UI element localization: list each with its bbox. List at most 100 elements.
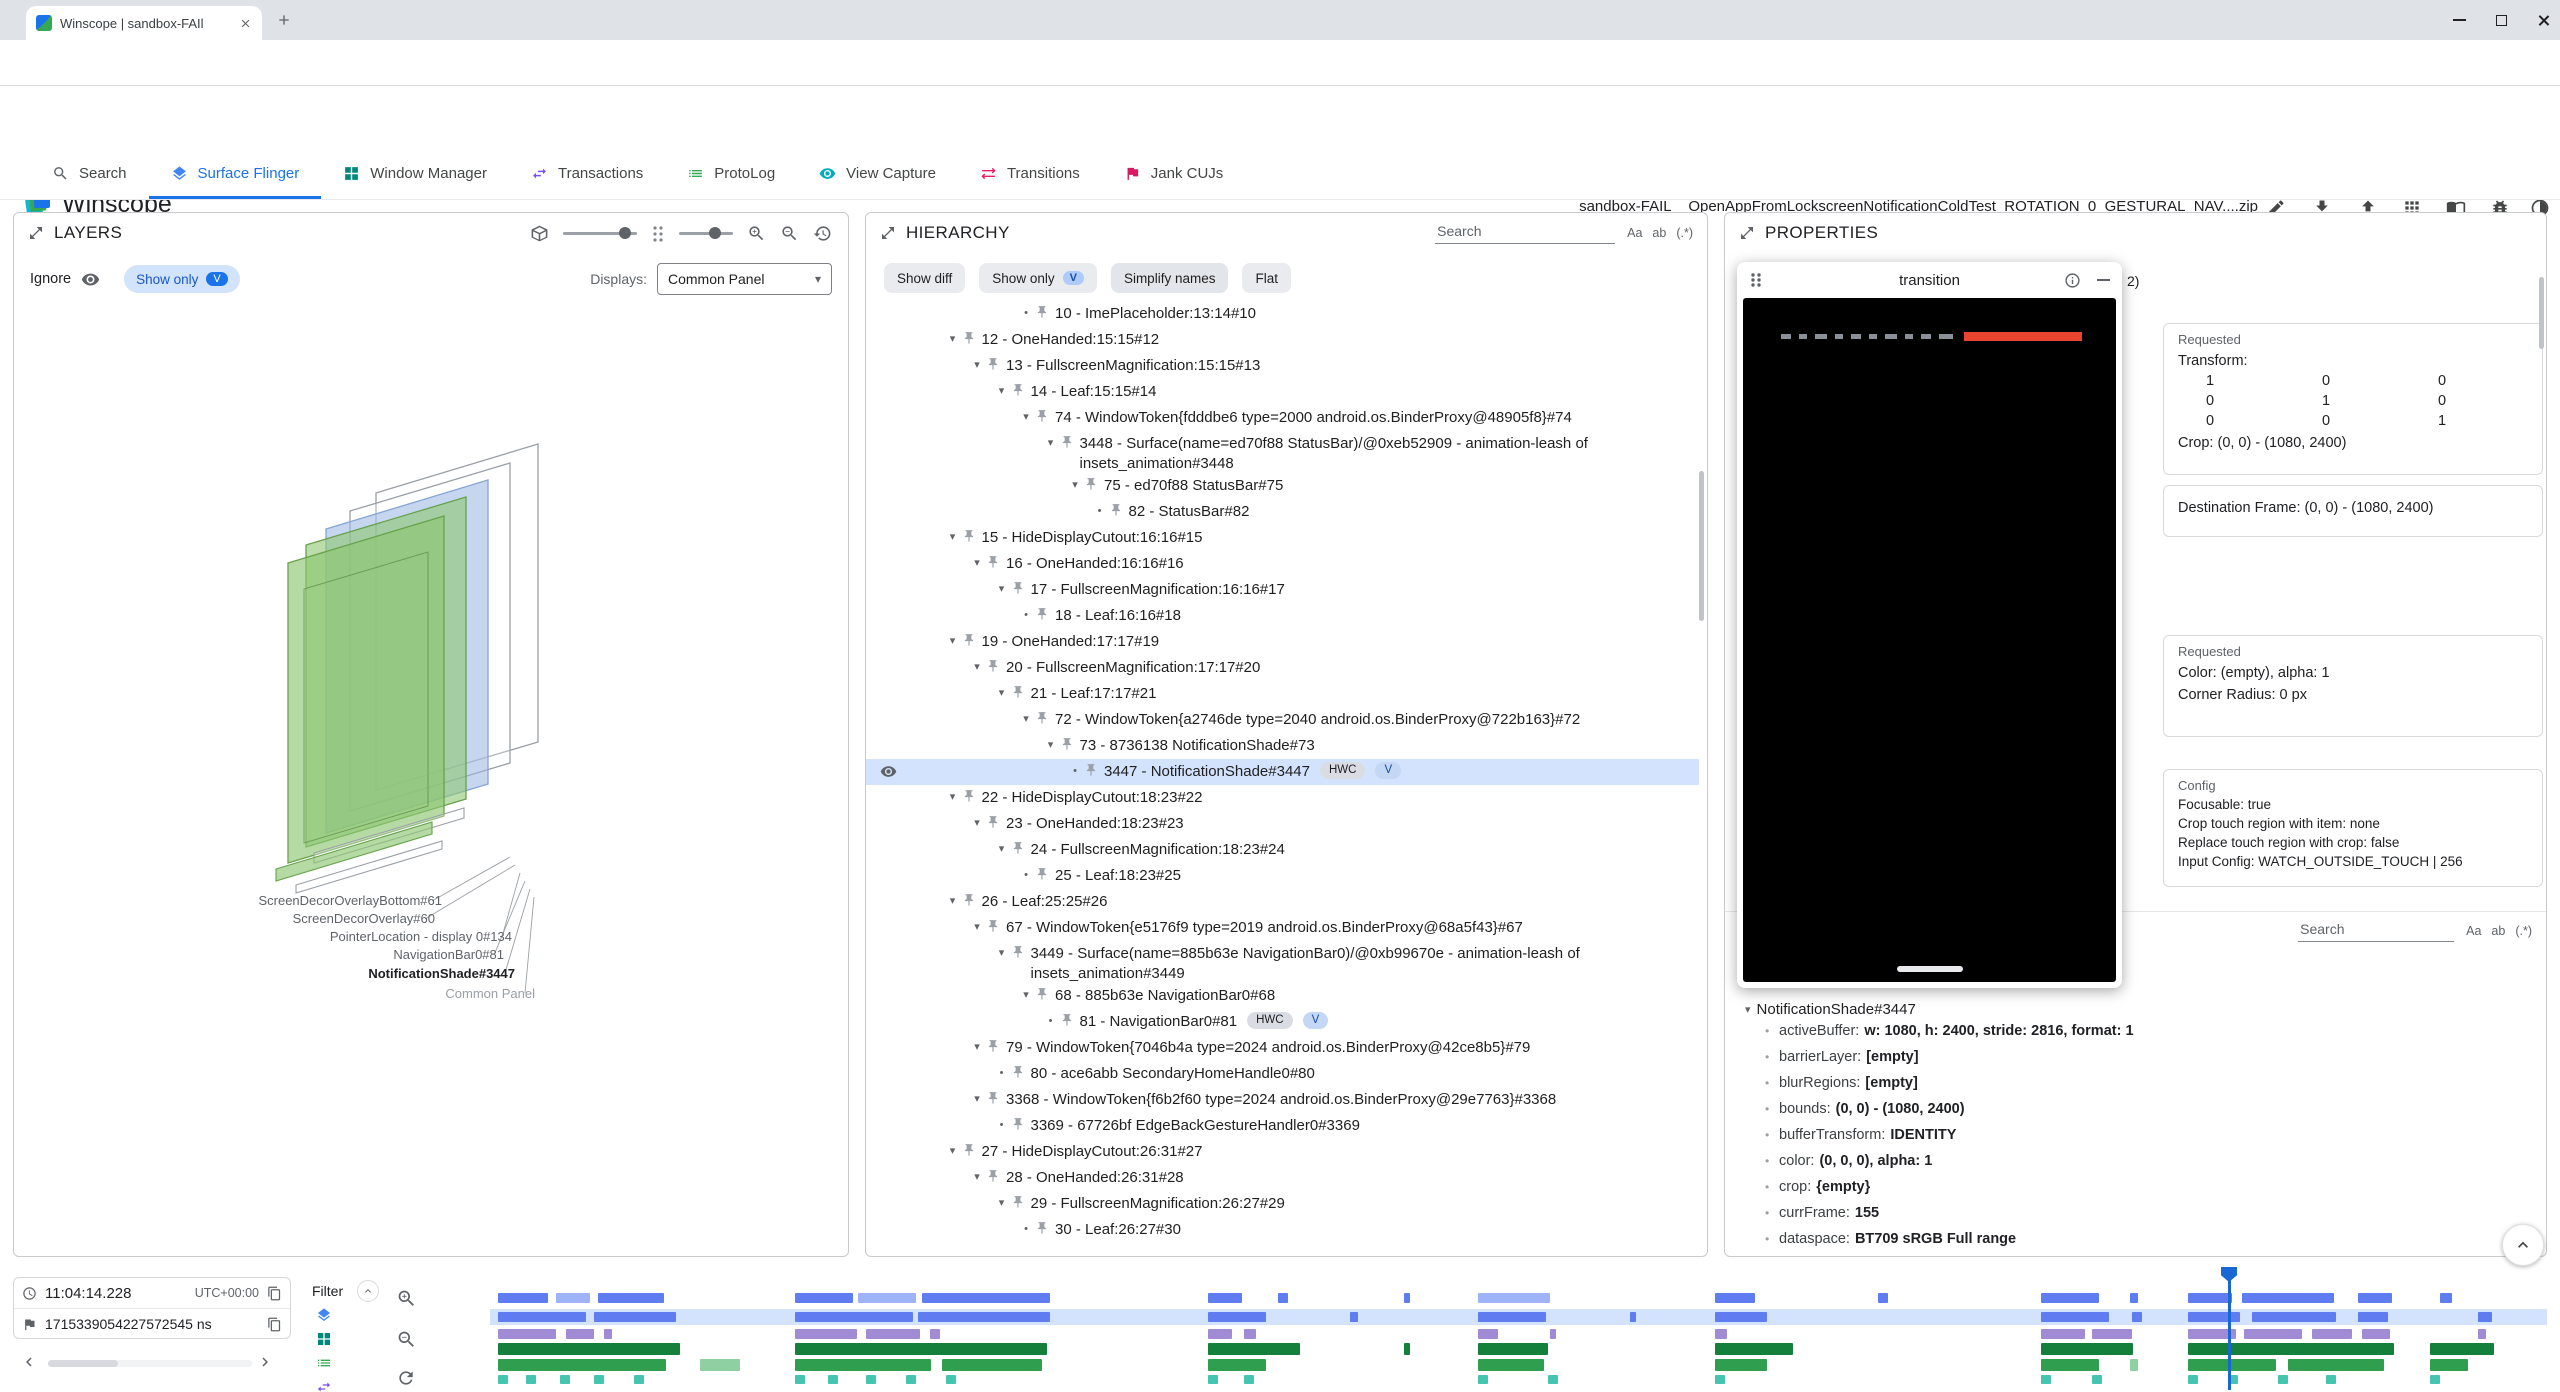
pin-icon[interactable]: [1011, 382, 1031, 397]
trace-segment-jank-cujs[interactable]: [2188, 1375, 2198, 1384]
node-label[interactable]: 15 - HideDisplayCutout:16:16#15: [982, 528, 1203, 548]
trace-segment-surfaceflinger[interactable]: [2242, 1293, 2334, 1303]
reset-view-icon[interactable]: [813, 224, 832, 243]
match-word-icon[interactable]: ab: [2491, 924, 2505, 938]
trace-segment-surfaceflinger[interactable]: [2358, 1293, 2392, 1303]
layer-label[interactable]: PointerLocation - display 0#134: [330, 929, 512, 944]
match-word-icon[interactable]: ab: [1652, 226, 1666, 240]
trace-segment-protolog[interactable]: [1478, 1359, 1544, 1371]
panel-expand-icon[interactable]: [28, 225, 44, 241]
node-label[interactable]: 24 - FullscreenMagnification:18:23#24: [1031, 840, 1285, 860]
hierarchy-node[interactable]: •3447 - NotificationShade#3447HWCV: [866, 759, 1699, 785]
hierarchy-node[interactable]: ▾13 - FullscreenMagnification:15:15#13: [866, 353, 1699, 379]
trace-segment-screen-recording[interactable]: [1350, 1312, 1358, 1322]
node-label[interactable]: 81 - NavigationBar0#81: [1080, 1012, 1238, 1032]
trace-segment-transactions[interactable]: [795, 1329, 857, 1339]
trace-segment-surfaceflinger[interactable]: [1208, 1293, 1242, 1303]
pin-icon[interactable]: [1011, 684, 1031, 699]
node-label[interactable]: 67 - WindowToken{e5176f9 type=2019 andro…: [1006, 918, 1523, 938]
trace-segment-transitions[interactable]: [1208, 1343, 1300, 1355]
trace-segment-screen-recording[interactable]: [2132, 1312, 2142, 1322]
hierarchy-node[interactable]: ▾20 - FullscreenMagnification:17:17#20: [866, 655, 1699, 681]
node-label[interactable]: 30 - Leaf:26:27#30: [1055, 1220, 1181, 1240]
pin-icon[interactable]: [1035, 866, 1055, 881]
layer-label-selected[interactable]: NotificationShade#3447: [368, 966, 515, 981]
hierarchy-node[interactable]: ▾12 - OneHanded:15:15#12: [866, 327, 1699, 353]
hierarchy-node[interactable]: ▾17 - FullscreenMagnification:16:16#17: [866, 577, 1699, 603]
zoom-in-icon[interactable]: [396, 1288, 417, 1309]
node-label[interactable]: 3448 - Surface(name=ed70f88 StatusBar)/@…: [1080, 434, 1674, 473]
hierarchy-node[interactable]: •81 - NavigationBar0#81HWCV: [866, 1009, 1699, 1035]
tab-jank-cujs[interactable]: Jank CUJs: [1102, 150, 1246, 199]
hierarchy-scrollbar[interactable]: [1699, 471, 1704, 621]
trace-segment-protolog[interactable]: [2288, 1359, 2384, 1371]
trace-segment-transitions[interactable]: [1404, 1343, 1410, 1355]
trace-segment-jank-cujs[interactable]: [1244, 1375, 1254, 1384]
displays-select[interactable]: Common Panel ▾: [657, 263, 832, 295]
overlay-titlebar[interactable]: transition: [1737, 262, 2122, 298]
window-maximize-icon[interactable]: [2496, 15, 2507, 26]
trace-segment-transactions[interactable]: [2312, 1329, 2352, 1339]
panel-expand-icon[interactable]: [1739, 225, 1755, 241]
trace-segment-transitions[interactable]: [2188, 1343, 2394, 1355]
expand-chevron-icon[interactable]: ▾: [968, 1090, 986, 1108]
tab-surface-flinger[interactable]: Surface Flinger: [149, 150, 322, 199]
pin-icon[interactable]: [986, 554, 1006, 569]
timeline-hscrollbar[interactable]: [48, 1360, 252, 1367]
hierarchy-node[interactable]: ▾ 27 - HideDisplayCutout:26:31#27: [866, 1139, 1699, 1165]
hierarchy-node[interactable]: ▾22 - HideDisplayCutout:18:23#22: [866, 785, 1699, 811]
eye-icon[interactable]: [81, 270, 100, 289]
pin-icon[interactable]: [1035, 304, 1055, 319]
node-label[interactable]: 10 - ImePlaceholder:13:14#10: [1055, 304, 1256, 324]
node-label[interactable]: 20 - FullscreenMagnification:17:17#20: [1006, 658, 1260, 678]
hierarchy-node[interactable]: ▾28 - OneHanded:26:31#28: [866, 1165, 1699, 1191]
pin-icon[interactable]: [986, 918, 1006, 933]
pin-icon[interactable]: [1060, 736, 1080, 751]
expand-chevron-icon[interactable]: ▾: [1745, 1003, 1751, 1016]
expand-chevron-icon[interactable]: ▾: [993, 1194, 1011, 1212]
properties-scrollbar[interactable]: [2539, 277, 2544, 349]
expand-chevron-icon[interactable]: ▾: [944, 1142, 962, 1160]
transactions-trace-icon[interactable]: [316, 1379, 332, 1392]
pin-icon[interactable]: [1011, 1194, 1031, 1209]
pin-icon[interactable]: [1060, 1012, 1080, 1027]
trace-segment-protolog[interactable]: [2041, 1359, 2099, 1371]
surfaceflinger-trace-icon[interactable]: [316, 1307, 332, 1323]
expand-chevron-icon[interactable]: ▾: [1017, 986, 1035, 1004]
match-case-icon[interactable]: Aa: [2466, 924, 2481, 938]
trace-segment-screen-recording[interactable]: [1478, 1312, 1546, 1322]
overlay-minimize-icon[interactable]: [2097, 279, 2110, 281]
node-label[interactable]: 80 - ace6abb SecondaryHomeHandle0#80: [1031, 1064, 1315, 1084]
tab-view-capture[interactable]: View Capture: [797, 150, 958, 199]
pin-icon[interactable]: [1109, 502, 1129, 517]
pin-icon[interactable]: [1011, 580, 1031, 595]
trace-segment-transitions[interactable]: [498, 1343, 680, 1355]
ignore-label[interactable]: Ignore: [30, 271, 71, 287]
node-label[interactable]: 19 - OneHanded:17:17#19: [982, 632, 1160, 652]
property-row[interactable]: •currFrame:155: [1725, 1205, 2546, 1231]
hierarchy-node[interactable]: ▾74 - WindowToken{fdddbe6 type=2000 andr…: [866, 405, 1699, 431]
trace-segment-protolog[interactable]: [2430, 1359, 2468, 1371]
node-label[interactable]: 27 - HideDisplayCutout:26:31#27: [982, 1142, 1203, 1162]
new-tab-button[interactable]: [276, 12, 292, 28]
trace-segment-jank-cujs[interactable]: [1478, 1375, 1488, 1384]
hierarchy-node[interactable]: ▾15 - HideDisplayCutout:16:16#15: [866, 525, 1699, 551]
node-label[interactable]: 26 - Leaf:25:25#26: [982, 892, 1108, 912]
pin-icon[interactable]: [1035, 1220, 1055, 1235]
layer-label[interactable]: NavigationBar0#81: [393, 947, 504, 962]
node-label[interactable]: 28 - OneHanded:26:31#28: [1006, 1168, 1184, 1188]
scroll-left-icon[interactable]: [20, 1353, 38, 1371]
node-label[interactable]: 73 - 8736138 NotificationShade#73: [1080, 736, 1315, 756]
trace-segment-jank-cujs[interactable]: [560, 1375, 570, 1384]
property-row[interactable]: •crop:{empty}: [1725, 1179, 2546, 1205]
hierarchy-node[interactable]: ▾68 - 885b63e NavigationBar0#68: [866, 983, 1699, 1009]
properties-search-input[interactable]: Search: [2298, 919, 2454, 942]
timeline-canvas[interactable]: [490, 1283, 2547, 1389]
expand-chevron-icon[interactable]: ▾: [993, 382, 1011, 400]
trace-segment-jank-cujs[interactable]: [2092, 1375, 2102, 1384]
hierarchy-search-input[interactable]: Search: [1435, 221, 1615, 244]
hierarchy-node[interactable]: ▾79 - WindowToken{7046b4a type=2024 andr…: [866, 1035, 1699, 1061]
hierarchy-node[interactable]: •25 - Leaf:18:23#25: [866, 863, 1699, 889]
hierarchy-node[interactable]: •10 - ImePlaceholder:13:14#10: [866, 301, 1699, 327]
hierarchy-node[interactable]: ▾75 - ed70f88 StatusBar#75: [866, 473, 1699, 499]
